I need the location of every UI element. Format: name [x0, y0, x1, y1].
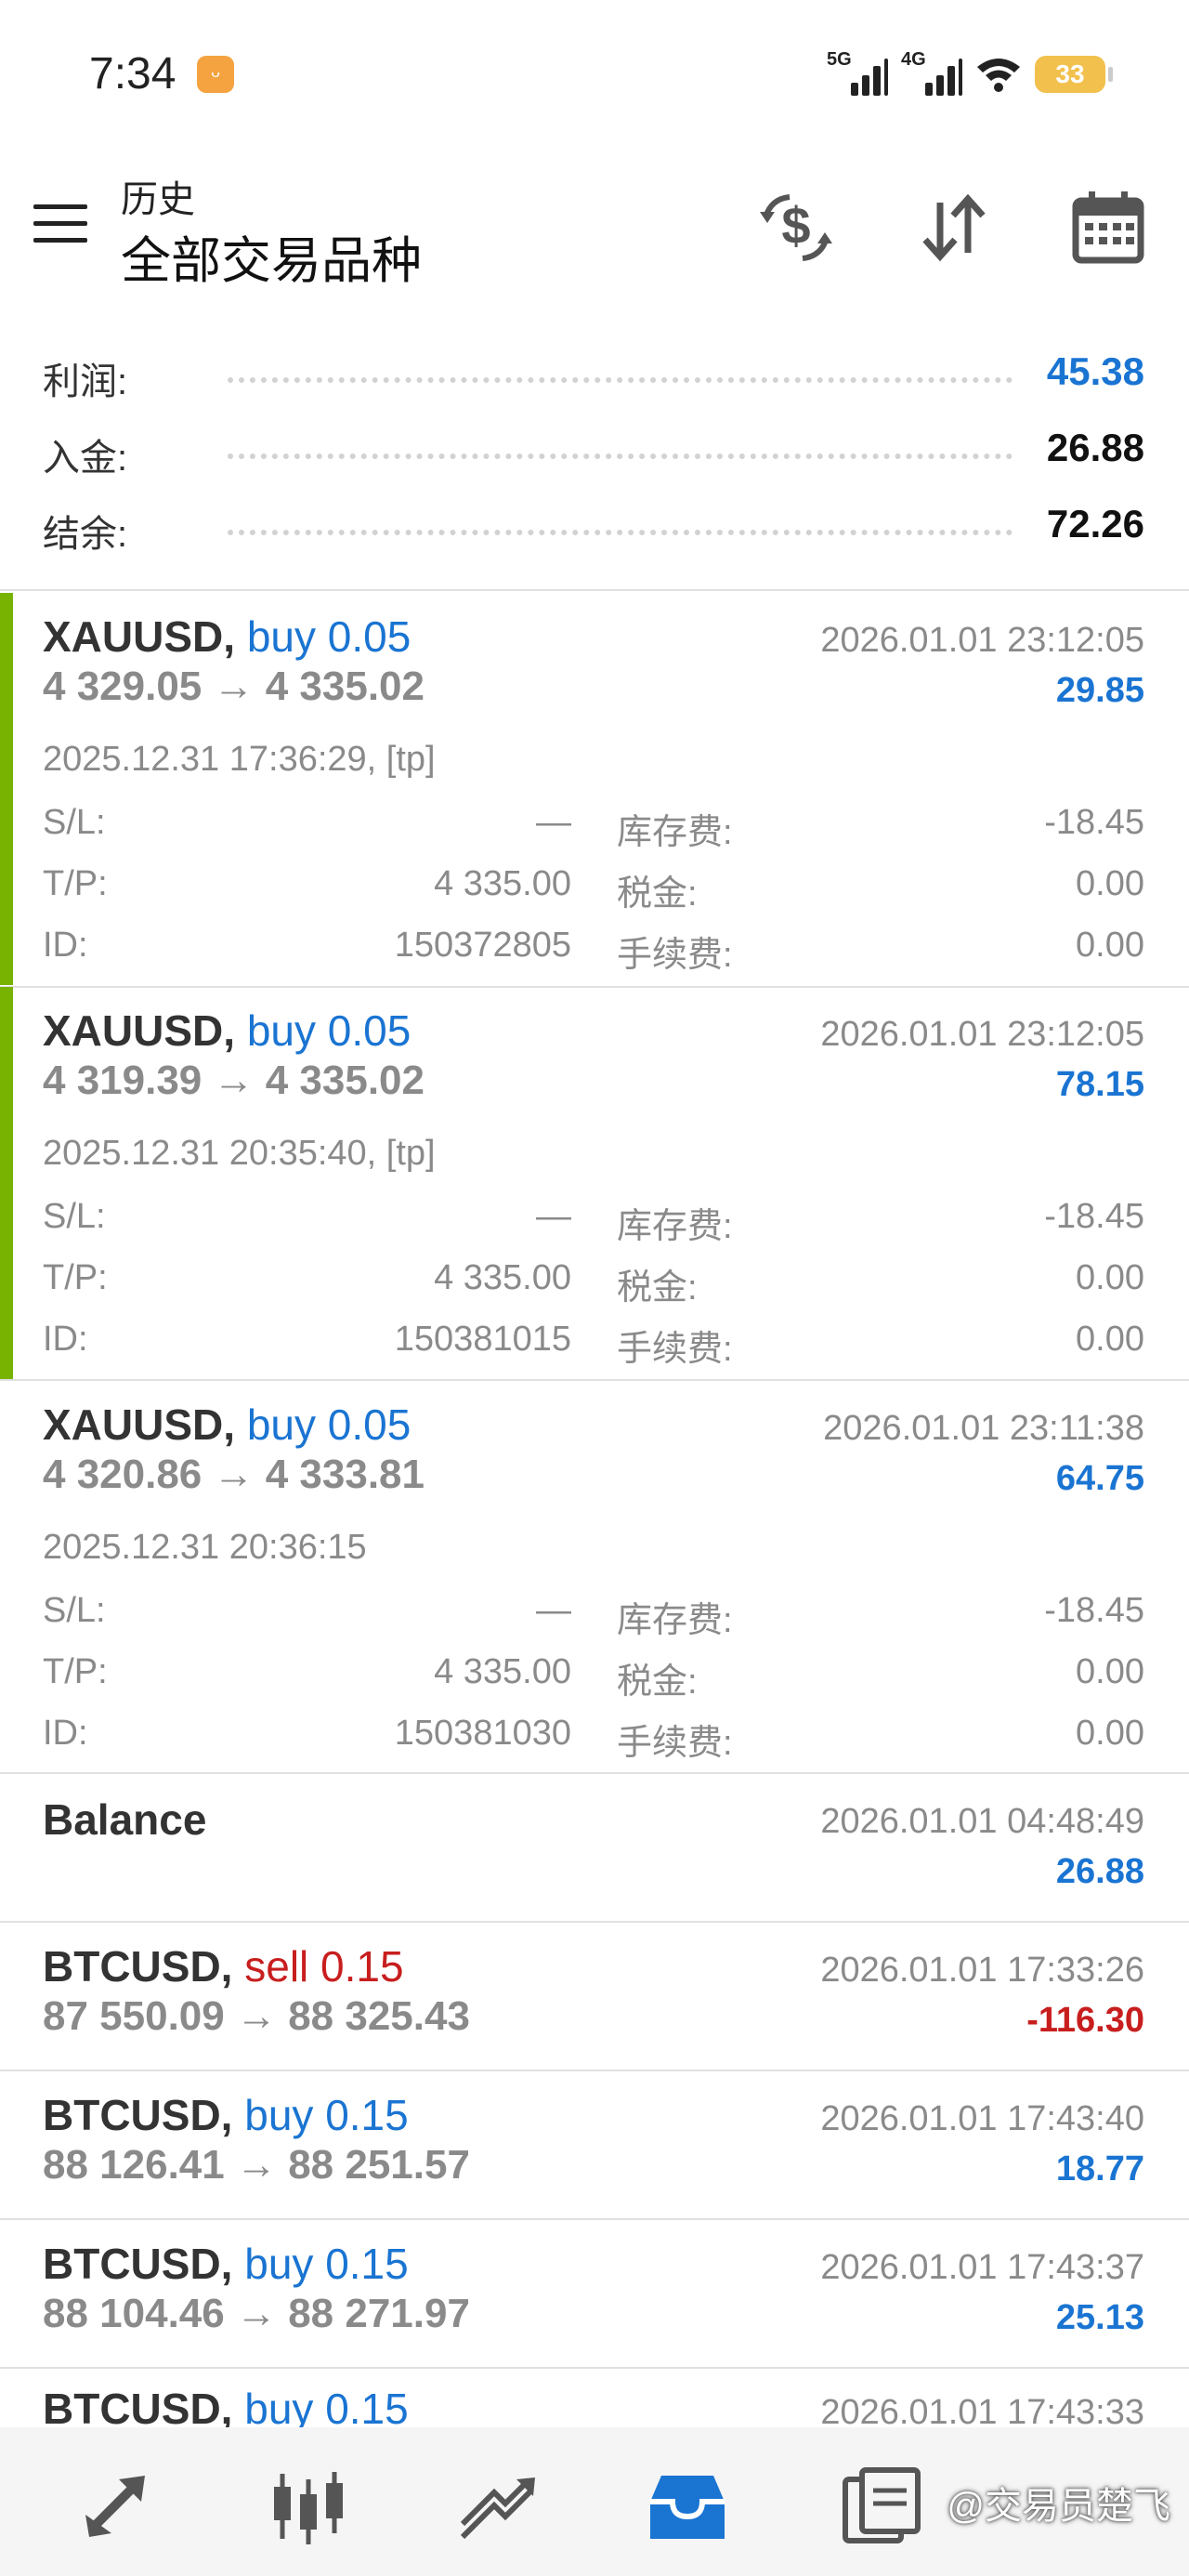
deal-profit: 78.15 — [1055, 1065, 1144, 1104]
status-time: 7:34 — [89, 49, 176, 99]
summary-value: 72.26 — [1046, 502, 1144, 545]
deal-close-time: 2026.01.01 04:48:49 — [820, 1802, 1144, 1841]
deal-prices: 4 320.86 → 4 333.81 — [43, 1452, 425, 1497]
deal-side: buy 0.05 — [246, 1400, 412, 1449]
deal-open-info: 2025.12.31 20:36:15 — [43, 1528, 367, 1567]
deal-close-time: 2026.01.01 23:11:38 — [823, 1409, 1144, 1448]
deal-profit: 64.75 — [1055, 1459, 1144, 1498]
deal-symbol: BTCUSD, sell 0.15 — [43, 1942, 404, 1991]
status-bar: 7:34 ᵕ 5G 4G 33 — [0, 0, 1189, 149]
deal-symbol: Balance — [43, 1795, 207, 1844]
summary-label: 利润: — [43, 361, 128, 402]
deal-item[interactable]: XAUUSD, buy 0.05 4 319.39 → 4 335.02 202… — [0, 987, 1189, 1379]
trade-icon[interactable] — [451, 2464, 544, 2548]
symbol-filter-title[interactable]: 全部交易品种 — [121, 219, 422, 293]
summary-row-deposit: 入金: 26.88 — [0, 418, 1189, 494]
deal-symbol: BTCUSD, buy 0.15 — [43, 2091, 409, 2139]
signal-4g-icon: 4G — [901, 49, 962, 96]
deal-symbol: XAUUSD, buy 0.05 — [43, 1006, 412, 1055]
deal-side: sell 0.15 — [244, 1942, 404, 1991]
deal-profit: 25.13 — [1055, 2298, 1144, 2337]
summary-label: 入金: — [43, 438, 128, 479]
battery-icon: 33 — [1035, 56, 1113, 93]
deal-open-info: 2025.12.31 20:35:40, [tp] — [43, 1134, 436, 1173]
deal-side: buy 0.05 — [246, 1006, 412, 1055]
deal-side: buy 0.15 — [244, 2385, 409, 2427]
deal-close-time: 2026.01.01 23:12:05 — [820, 621, 1144, 660]
summary-value: 45.38 — [1046, 349, 1144, 393]
currency-exchange-icon[interactable]: $ — [754, 186, 838, 269]
deal-close-time: 2026.01.01 17:43:40 — [820, 2099, 1144, 2138]
deal-prices: 87 550.09 → 88 325.43 — [43, 1993, 470, 2039]
deal-profit: 29.85 — [1055, 671, 1144, 710]
history-icon[interactable] — [641, 2464, 734, 2548]
deal-detail-row: T/P: 4 335.00 税金: 0.00 — [43, 1258, 1144, 1308]
deal-detail-row: S/L: — 库存费: -18.45 — [43, 1591, 1144, 1640]
deal-item[interactable]: BTCUSD, sell 0.15 87 550.09 → 88 325.43 … — [0, 1923, 1189, 2070]
deal-prices: 88 104.46 → 88 271.97 — [43, 2291, 470, 2336]
deal-detail-row: S/L: — 库存费: -18.45 — [43, 803, 1144, 852]
balance-item[interactable]: Balance 2026.01.01 04:48:49 26.88 — [0, 1774, 1189, 1921]
dotted-leader — [228, 530, 1013, 535]
toolbar: 历史 全部交易品种 $ — [0, 158, 1189, 297]
deal-detail-row: ID: 150381015 手续费: 0.00 — [43, 1320, 1144, 1369]
deal-symbol: BTCUSD, buy 0.15 — [43, 2384, 409, 2427]
menu-icon[interactable] — [33, 204, 87, 249]
deal-prices: 88 126.41 → 88 251.57 — [43, 2142, 470, 2188]
deal-close-time: 2026.01.01 17:43:37 — [820, 2248, 1144, 2287]
summary-panel: 利润: 45.38 入金: 26.88 结余: 72.26 — [0, 342, 1189, 571]
deal-side: buy 0.05 — [246, 612, 412, 661]
deal-detail-row: T/P: 4 335.00 税金: 0.00 — [43, 864, 1144, 913]
deal-side: buy 0.15 — [244, 2091, 409, 2139]
dotted-leader — [228, 377, 1013, 383]
signal-5g-icon: 5G — [827, 49, 888, 96]
calendar-icon[interactable] — [1066, 186, 1150, 269]
watermark-text: @交易员楚飞 — [947, 2486, 1170, 2527]
deal-item[interactable]: XAUUSD, buy 0.05 4 320.86 → 4 333.81 202… — [0, 1381, 1189, 1773]
deal-profit: 26.88 — [1055, 1852, 1144, 1891]
chart-candles-icon[interactable] — [262, 2464, 355, 2548]
notification-app-icon: ᵕ — [197, 56, 234, 93]
deal-detail-row: ID: 150372805 手续费: 0.00 — [43, 926, 1144, 975]
deal-close-time: 2026.01.01 17:33:26 — [820, 1951, 1144, 1990]
divider — [0, 589, 1189, 591]
summary-row-profit: 利润: 45.38 — [0, 342, 1189, 418]
deal-profit: -116.30 — [1026, 2001, 1144, 2040]
summary-row-balance: 结余: 72.26 — [0, 494, 1189, 571]
deal-detail-row: S/L: — 库存费: -18.45 — [43, 1197, 1144, 1246]
deal-side: buy 0.15 — [244, 2240, 409, 2288]
deal-prices: 4 329.05 → 4 335.02 — [43, 664, 425, 709]
page-subtitle: 历史 — [121, 179, 195, 220]
deal-symbol: XAUUSD, buy 0.05 — [43, 612, 412, 661]
messages-icon[interactable] — [836, 2464, 929, 2548]
sort-icon[interactable] — [912, 186, 996, 269]
status-icons: 5G 4G 33 — [827, 46, 1113, 102]
dotted-leader — [228, 453, 1013, 459]
deal-prices: 4 319.39 → 4 335.02 — [43, 1058, 425, 1103]
deal-symbol: XAUUSD, buy 0.05 — [43, 1400, 412, 1449]
svg-text:$: $ — [781, 196, 810, 255]
quotes-icon[interactable] — [72, 2464, 165, 2548]
deal-item[interactable]: BTCUSD, buy 0.15 88 126.41 → 88 251.57 2… — [0, 2071, 1189, 2218]
deal-close-time: 2026.01.01 17:43:33 — [820, 2393, 1144, 2427]
deal-profit: 18.77 — [1055, 2149, 1144, 2188]
deal-item[interactable]: BTCUSD, buy 0.15 2026.01.01 17:43:33 — [0, 2369, 1189, 2427]
deal-item[interactable]: XAUUSD, buy 0.05 4 329.05 → 4 335.02 202… — [0, 593, 1189, 985]
wifi-icon — [977, 59, 1020, 92]
deal-detail-row: ID: 150381030 手续费: 0.00 — [43, 1714, 1144, 1763]
deal-open-info: 2025.12.31 17:36:29, [tp] — [43, 740, 436, 779]
deal-symbol: BTCUSD, buy 0.15 — [43, 2240, 409, 2288]
deal-detail-row: T/P: 4 335.00 税金: 0.00 — [43, 1652, 1144, 1702]
deal-close-time: 2026.01.01 23:12:05 — [820, 1015, 1144, 1054]
deal-item[interactable]: BTCUSD, buy 0.15 88 104.46 → 88 271.97 2… — [0, 2220, 1189, 2367]
summary-label: 结余: — [43, 514, 128, 555]
summary-value: 26.88 — [1046, 426, 1144, 469]
